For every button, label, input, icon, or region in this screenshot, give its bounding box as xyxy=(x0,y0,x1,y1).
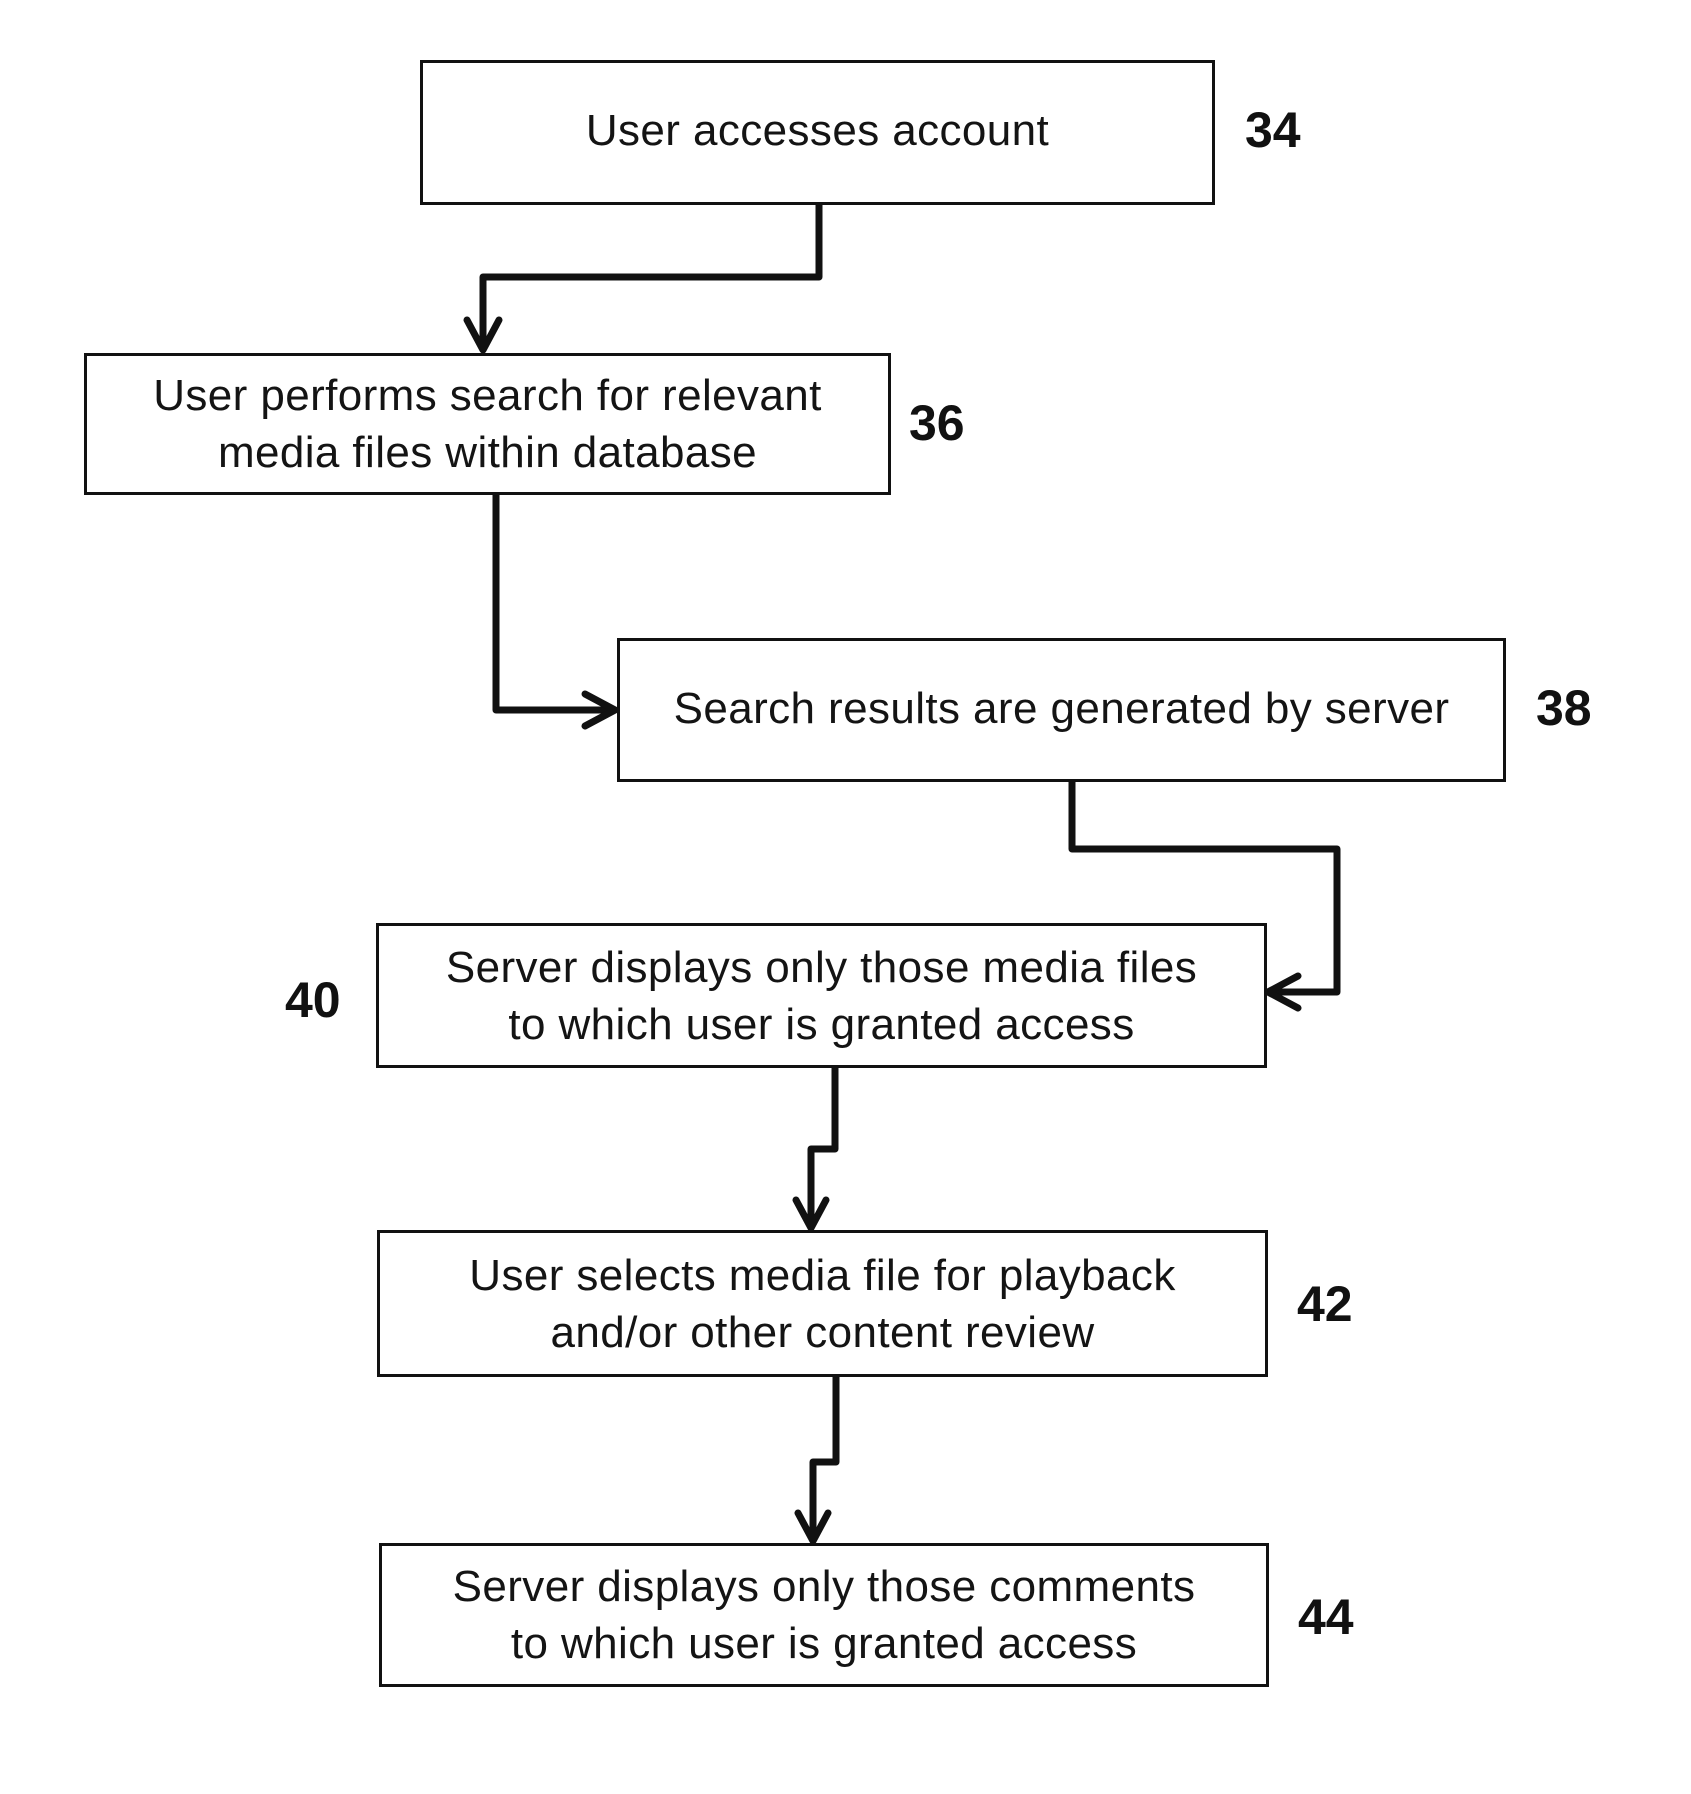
step-text: Search results are generated by server xyxy=(673,683,1450,733)
reference-number-44: 44 xyxy=(1298,1589,1354,1645)
step-box-search-results-generated: Search results are generated by server xyxy=(617,638,1506,782)
step-box-user-performs-search: User performs search for relevant media … xyxy=(84,353,891,495)
connector-42-to-44 xyxy=(794,1372,840,1545)
connector-40-to-42 xyxy=(792,1063,839,1232)
reference-number-40: 40 xyxy=(285,972,341,1028)
step-text: User accesses account xyxy=(585,106,1050,155)
step-text: Server displays only those media files t… xyxy=(445,942,1198,1049)
step-text: User performs search for relevant media … xyxy=(153,371,822,477)
reference-number-42: 42 xyxy=(1297,1276,1353,1332)
connector-34-to-36 xyxy=(463,200,823,354)
step-box-user-accesses-account: User accesses account xyxy=(420,60,1215,205)
step-box-server-displays-media-files: Server displays only those media files t… xyxy=(376,923,1267,1068)
reference-number-36: 36 xyxy=(909,395,965,451)
connector-36-to-38 xyxy=(492,490,619,730)
step-box-server-displays-comments: Server displays only those comments to w… xyxy=(379,1543,1269,1687)
step-text: User selects media file for playback and… xyxy=(469,1250,1176,1357)
flowchart-canvas: User accesses account 34 User performs s… xyxy=(0,0,1691,1794)
reference-number-38: 38 xyxy=(1536,680,1592,736)
step-text: Server displays only those comments to w… xyxy=(452,1562,1196,1668)
reference-number-34: 34 xyxy=(1245,102,1301,158)
connector-layer xyxy=(463,200,1341,1545)
step-box-user-selects-media-file: User selects media file for playback and… xyxy=(377,1230,1268,1377)
